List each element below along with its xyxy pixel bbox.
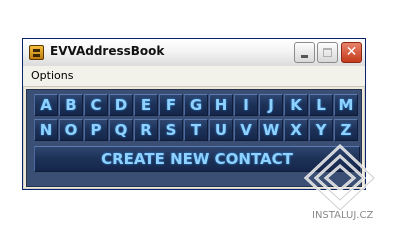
letter-button-n[interactable]: N bbox=[34, 119, 58, 141]
letter-row-1: A B C D E F G H I J K L M bbox=[34, 94, 358, 116]
screen: EVVAddressBook ✕ Options A B C D E F G H… bbox=[0, 0, 394, 245]
letter-button-r[interactable]: R bbox=[134, 119, 158, 141]
letter-button-k[interactable]: K bbox=[284, 94, 308, 116]
letter-button-u[interactable]: U bbox=[209, 119, 233, 141]
letter-button-p[interactable]: P bbox=[84, 119, 108, 141]
letter-button-v[interactable]: V bbox=[234, 119, 258, 141]
letter-button-a[interactable]: A bbox=[34, 94, 58, 116]
menu-options[interactable]: Options bbox=[31, 69, 73, 82]
maximize-button[interactable] bbox=[317, 42, 338, 63]
letter-button-h[interactable]: H bbox=[209, 94, 233, 116]
close-button[interactable]: ✕ bbox=[341, 42, 362, 63]
letter-button-m[interactable]: M bbox=[334, 94, 358, 116]
letter-button-q[interactable]: Q bbox=[109, 119, 133, 141]
letter-button-w[interactable]: W bbox=[259, 119, 283, 141]
letter-button-t[interactable]: T bbox=[184, 119, 208, 141]
letter-button-s[interactable]: S bbox=[159, 119, 183, 141]
letter-button-e[interactable]: E bbox=[134, 94, 158, 116]
minimize-icon bbox=[301, 55, 308, 58]
maximize-icon bbox=[323, 48, 332, 57]
close-icon: ✕ bbox=[345, 44, 358, 60]
minimize-button[interactable] bbox=[294, 42, 315, 63]
letter-button-o[interactable]: O bbox=[59, 119, 83, 141]
letter-button-d[interactable]: D bbox=[109, 94, 133, 116]
letter-button-i[interactable]: I bbox=[234, 94, 258, 116]
letter-button-f[interactable]: F bbox=[159, 94, 183, 116]
title-bar[interactable]: EVVAddressBook ✕ bbox=[23, 39, 365, 67]
address-book-icon[interactable] bbox=[29, 45, 44, 60]
window-title: EVVAddressBook bbox=[50, 44, 165, 58]
letter-button-c[interactable]: C bbox=[84, 94, 108, 116]
letter-button-j[interactable]: J bbox=[259, 94, 283, 116]
watermark-text: INSTALUJ.CZ bbox=[312, 210, 374, 221]
letter-button-b[interactable]: B bbox=[59, 94, 83, 116]
menu-bar: Options bbox=[23, 66, 365, 87]
letter-button-g[interactable]: G bbox=[184, 94, 208, 116]
letter-button-l[interactable]: L bbox=[309, 94, 333, 116]
